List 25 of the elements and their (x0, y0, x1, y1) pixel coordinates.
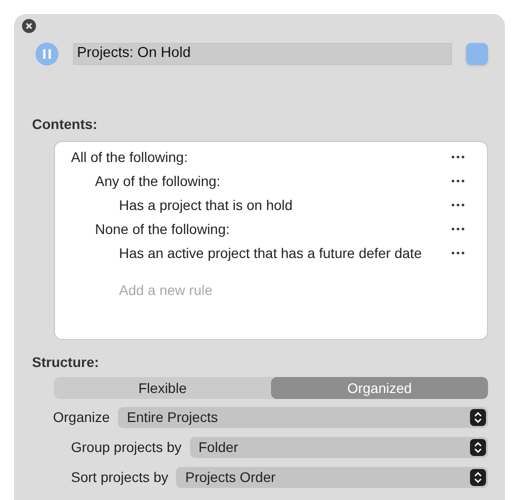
structure-label: Structure: (32, 353, 100, 372)
rule-text[interactable]: All of the following: (71, 146, 451, 168)
popup-button[interactable]: Projects Order (176, 466, 488, 488)
rule-text[interactable]: Any of the following: (95, 170, 451, 192)
more-icon[interactable] (451, 227, 465, 231)
popup-label: Organize (53, 408, 110, 427)
rule-text[interactable]: Has a project that is on hold (119, 194, 451, 216)
more-icon[interactable] (451, 251, 465, 255)
more-icon[interactable] (451, 155, 465, 159)
stepper-icon (470, 438, 486, 456)
popup-label: Group projects by (71, 438, 182, 457)
segment-tab[interactable]: Flexible (54, 377, 271, 399)
popup-button[interactable]: Entire Projects (118, 406, 488, 428)
rule-text[interactable]: Has an active project that has a future defer date (119, 242, 451, 264)
close-icon[interactable] (22, 19, 36, 33)
title-field[interactable]: Projects: On Hold (73, 43, 452, 65)
rule-text[interactable]: None of the following: (95, 218, 451, 240)
popup-button[interactable]: Folder (190, 436, 488, 458)
more-icon[interactable] (451, 179, 465, 183)
contents-label: Contents: (32, 115, 98, 134)
more-icon[interactable] (451, 203, 465, 207)
stepper-icon (470, 468, 486, 486)
color-swatch[interactable] (466, 43, 488, 65)
stepper-icon (470, 408, 486, 426)
popup-label: Sort projects by (71, 468, 168, 487)
